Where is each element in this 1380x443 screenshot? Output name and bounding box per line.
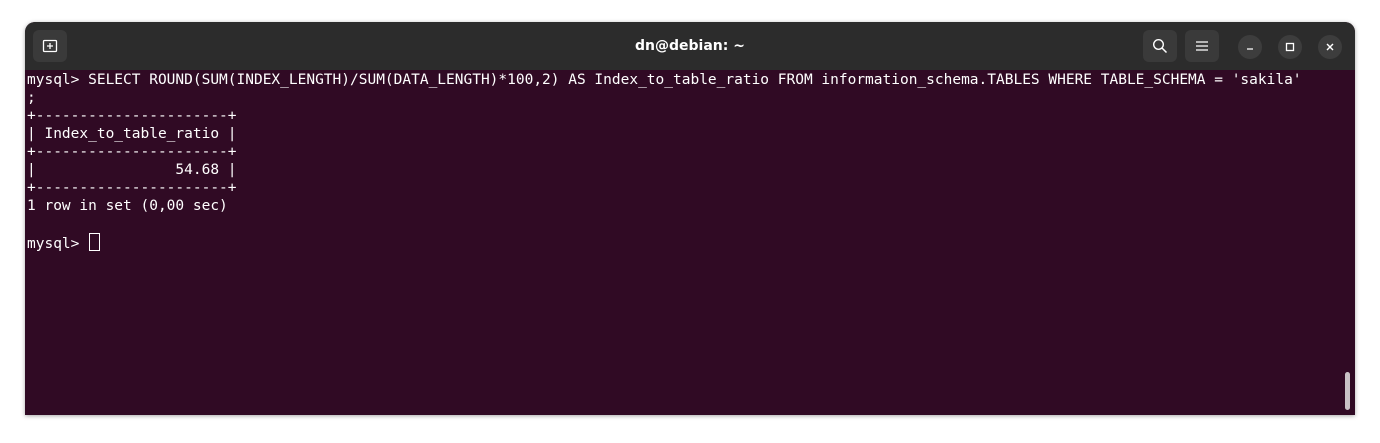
terminal-window: dn@debian: ~ mysql> SELECT ROUND(SUM(IND… bbox=[25, 22, 1355, 415]
terminal-line: 1 row in set (0,00 sec) bbox=[27, 198, 228, 214]
maximize-icon bbox=[1285, 42, 1295, 52]
terminal-line: +----------------------+ bbox=[27, 180, 237, 196]
hamburger-menu-icon bbox=[1196, 41, 1208, 51]
search-icon bbox=[1152, 38, 1168, 54]
terminal-output[interactable]: mysql> SELECT ROUND(SUM(INDEX_LENGTH)/SU… bbox=[27, 71, 1345, 411]
close-icon bbox=[1326, 43, 1334, 51]
terminal-line: mysql> SELECT ROUND(SUM(INDEX_LENGTH)/SU… bbox=[27, 72, 1302, 88]
text-cursor bbox=[89, 233, 101, 251]
minimize-icon bbox=[1247, 48, 1253, 50]
terminal-line: ; bbox=[27, 90, 36, 106]
prompt-line[interactable]: mysql> bbox=[27, 233, 1345, 252]
menu-button[interactable] bbox=[1185, 30, 1219, 62]
scrollbar-thumb[interactable] bbox=[1345, 372, 1350, 410]
terminal-line: +----------------------+ bbox=[27, 144, 237, 160]
new-tab-button[interactable] bbox=[33, 30, 67, 62]
search-button[interactable] bbox=[1143, 30, 1177, 62]
title-bar: dn@debian: ~ bbox=[25, 22, 1355, 70]
terminal-line: | Index_to_table_ratio | bbox=[27, 126, 237, 142]
prompt-text: mysql> bbox=[27, 236, 89, 252]
new-tab-icon bbox=[42, 39, 58, 53]
terminal-line: +----------------------+ bbox=[27, 108, 237, 124]
terminal-line: | 54.68 | bbox=[27, 162, 237, 178]
minimize-button[interactable] bbox=[1238, 35, 1262, 59]
close-button[interactable] bbox=[1318, 35, 1342, 59]
maximize-button[interactable] bbox=[1278, 35, 1302, 59]
